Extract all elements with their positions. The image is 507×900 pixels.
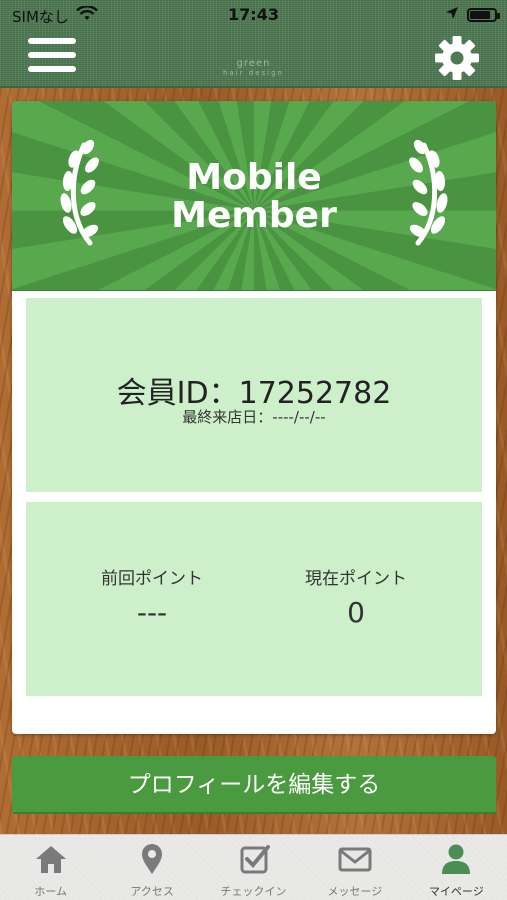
clock: 17:43 bbox=[228, 5, 279, 24]
home-icon bbox=[33, 843, 69, 875]
map-pin-icon bbox=[134, 843, 170, 875]
last-visit-date: 最終来店日：----/--/-- bbox=[182, 408, 326, 426]
tab-mypage-label: マイページ bbox=[428, 885, 484, 898]
current-points-label: 現在ポイント bbox=[305, 569, 407, 589]
logo-text: green bbox=[236, 58, 271, 69]
status-bar: SIMなし 17:43 bbox=[0, 0, 507, 30]
edit-profile-button[interactable]: プロフィールを編集する bbox=[12, 756, 496, 814]
envelope-icon bbox=[337, 843, 373, 875]
member-id-panel: 会員ID：17252782 最終来店日：----/--/-- bbox=[26, 298, 482, 492]
checkbox-icon bbox=[236, 843, 272, 875]
previous-points-value: --- bbox=[136, 596, 168, 629]
tab-mypage[interactable]: マイページ bbox=[406, 835, 507, 900]
previous-points-label: 前回ポイント bbox=[101, 569, 203, 589]
tab-message[interactable]: メッセージ bbox=[304, 835, 405, 900]
location-arrow-icon bbox=[445, 6, 459, 24]
tab-checkin[interactable]: チェックイン bbox=[203, 835, 304, 900]
laurel-right-icon bbox=[402, 139, 448, 247]
tab-checkin-label: チェックイン bbox=[220, 885, 287, 898]
tab-home[interactable]: ホーム bbox=[0, 835, 101, 900]
tab-access[interactable]: アクセス bbox=[101, 835, 202, 900]
tab-message-label: メッセージ bbox=[327, 885, 383, 898]
battery-icon bbox=[467, 8, 500, 22]
member-card: Mobile Member 会員ID：17252782 最終来店日：----/-… bbox=[12, 101, 496, 734]
person-icon bbox=[438, 843, 474, 875]
gear-icon[interactable] bbox=[433, 34, 481, 82]
logo-subtext: hair design bbox=[223, 69, 284, 77]
points-panel: 前回ポイント --- 現在ポイント 0 bbox=[26, 502, 482, 696]
app-header: SIMなし 17:43 green hair design bbox=[0, 0, 507, 88]
member-card-banner: Mobile Member bbox=[12, 101, 496, 291]
current-points-value: 0 bbox=[347, 596, 365, 629]
tab-access-label: アクセス bbox=[130, 885, 174, 898]
app-logo: green hair design bbox=[0, 58, 507, 77]
tab-bar: ホーム アクセス チェックイン メッセージ マイページ bbox=[0, 834, 507, 900]
tab-home-label: ホーム bbox=[34, 885, 68, 898]
